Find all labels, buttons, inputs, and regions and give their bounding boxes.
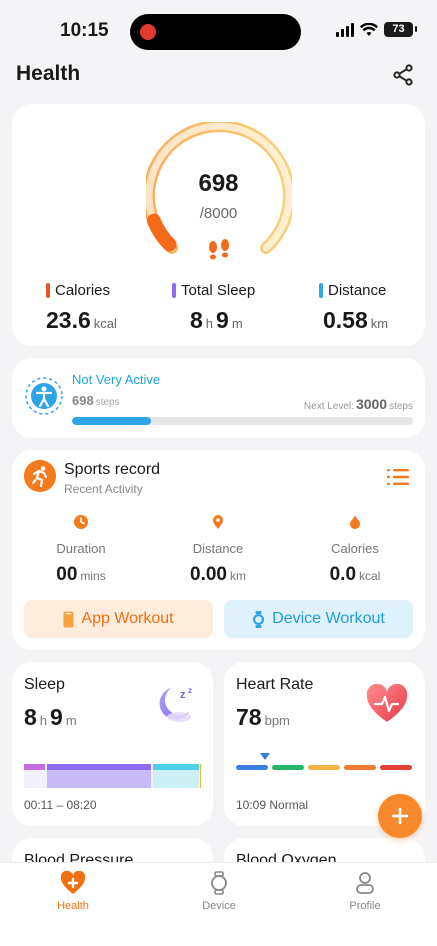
sleep-card[interactable]: Sleep 8h9m z z 00:11 – 08:20 xyxy=(12,662,213,826)
heart-rate-status: 10:09 Normal xyxy=(236,798,309,812)
moon-sleep-icon: z z xyxy=(159,686,192,722)
recording-indicator-icon xyxy=(140,24,156,40)
calories-metric: Calories 23.6 kcal xyxy=(46,282,120,334)
calories-unit: kcal xyxy=(93,316,117,331)
duration-stat: Duration 00 mins xyxy=(26,514,136,586)
next-level: Next Level: 3000 steps xyxy=(303,396,413,412)
status-bar: 10:15 73 xyxy=(0,0,437,62)
location-pin-icon xyxy=(213,515,223,529)
svg-text:z: z xyxy=(180,689,186,701)
distance-label: Distance xyxy=(328,282,387,299)
activity-steps: 698 steps xyxy=(72,393,120,408)
steps-progress-arc xyxy=(146,213,177,252)
activity-progress-bar xyxy=(72,417,413,425)
distance-metric: Distance 0.58 km xyxy=(319,282,391,334)
status-time: 10:15 xyxy=(60,20,109,41)
sports-subtitle: Recent Activity xyxy=(64,482,143,496)
plus-icon xyxy=(391,807,409,825)
dynamic-island xyxy=(130,14,301,50)
heart-rate-value: 78 bpm xyxy=(236,704,290,730)
list-icon[interactable] xyxy=(387,468,409,486)
activity-progress-fill xyxy=(72,417,152,425)
sport-calories-value: 0.0 xyxy=(329,564,357,585)
add-button[interactable] xyxy=(378,794,422,838)
activity-level-card[interactable]: Not Very Active 698 steps Next Level: 3000… xyxy=(12,358,425,438)
page-title: Health xyxy=(16,62,81,85)
steps-goal: /8000 xyxy=(199,205,238,222)
tab-bar: Health Device Profile xyxy=(0,862,437,946)
sleep-time-range: 00:11 – 08:20 xyxy=(24,798,97,812)
distance-stat: Distance 0.00 km xyxy=(163,514,273,586)
sleep-color-bar xyxy=(172,283,176,298)
signal-icon xyxy=(336,22,354,37)
svg-text:z: z xyxy=(188,686,192,695)
activity-level-label: Not Very Active xyxy=(72,372,161,387)
health-cross-icon xyxy=(60,871,86,894)
steps-value: 698 xyxy=(198,170,239,197)
distance-unit: km xyxy=(370,316,389,331)
heart-icon xyxy=(366,684,408,722)
sleep-duration: 8h9m xyxy=(24,704,77,730)
steps-card[interactable]: 698 /8000 Calories 23.6 kcal Total Sleep … xyxy=(12,104,425,346)
distance-value: 0.58 xyxy=(323,307,368,333)
heart-rate-marker xyxy=(260,753,270,760)
calories-label: Calories xyxy=(55,282,111,299)
total-sleep-label: Total Sleep xyxy=(181,282,256,299)
watch-outline-icon xyxy=(211,871,227,895)
tab-health[interactable]: Health xyxy=(28,871,118,912)
tab-profile[interactable]: Profile xyxy=(320,871,410,912)
heart-title: Heart Rate xyxy=(236,676,314,693)
watch-icon xyxy=(253,610,265,628)
wifi-icon xyxy=(360,22,378,36)
footprints-icon xyxy=(209,239,229,260)
device-workout-button[interactable]: Device Workout xyxy=(224,600,413,638)
person-icon xyxy=(356,872,374,894)
person-activity-icon xyxy=(25,377,63,415)
share-icon[interactable] xyxy=(391,63,415,87)
calories-value: 23.6 xyxy=(46,307,91,333)
total-sleep-minutes: 9 xyxy=(216,307,229,333)
flame-icon xyxy=(350,515,360,529)
calories-stat: Calories 0.0 kcal xyxy=(300,514,410,586)
calories-color-bar xyxy=(46,283,50,298)
sport-distance-value: 0.00 xyxy=(190,564,227,585)
total-sleep-metric: Total Sleep 8h9m xyxy=(172,282,255,334)
duration-value: 00 xyxy=(56,564,78,585)
tab-device[interactable]: Device xyxy=(174,871,264,912)
running-icon xyxy=(24,460,56,492)
sports-record-card[interactable]: Sports record Recent Activity Duration 0… xyxy=(12,450,425,650)
phone-icon xyxy=(63,611,74,627)
app-workout-button[interactable]: App Workout xyxy=(24,600,213,638)
distance-color-bar xyxy=(319,283,323,298)
sports-title: Sports record xyxy=(64,461,161,478)
battery-indicator: 73 xyxy=(384,22,417,37)
sleep-stages-chart xyxy=(24,764,201,788)
clock-icon xyxy=(74,515,88,529)
total-sleep-hours: 8 xyxy=(190,307,203,333)
sleep-title: Sleep xyxy=(24,676,65,693)
heart-rate-zones xyxy=(236,765,412,770)
status-icons: 73 xyxy=(336,22,417,37)
